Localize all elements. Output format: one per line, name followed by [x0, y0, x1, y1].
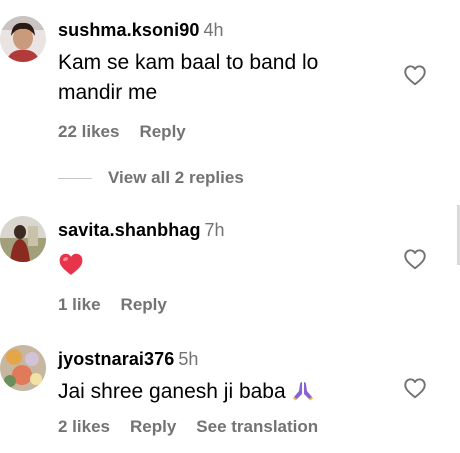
heart-outline-icon: [404, 65, 426, 86]
view-replies-label[interactable]: View all 2 replies: [108, 168, 244, 187]
likes-count[interactable]: 2 likes: [58, 417, 110, 436]
view-replies-button[interactable]: View all 2 replies: [58, 168, 244, 188]
likes-count[interactable]: 22 likes: [58, 122, 119, 141]
comment-actions: 22 likes Reply: [58, 122, 400, 142]
comment-header: sushma.ksoni90 4h: [58, 18, 400, 42]
comment-header: savita.shanbhag 7h: [58, 218, 400, 242]
avatar-jyostna[interactable]: [0, 345, 46, 391]
heart-outline-icon: [404, 378, 426, 399]
comment-text-line-2: mandir me: [58, 81, 158, 104]
timestamp[interactable]: 7h: [205, 220, 225, 240]
timestamp[interactable]: 4h: [203, 20, 223, 40]
replies-divider: [58, 178, 92, 180]
username[interactable]: savita.shanbhag: [58, 220, 201, 240]
like-button[interactable]: [402, 62, 428, 88]
reply-button[interactable]: Reply: [130, 417, 176, 436]
username[interactable]: sushma.ksoni90: [58, 20, 199, 40]
likes-count[interactable]: 1 like: [58, 295, 101, 314]
reply-button[interactable]: Reply: [121, 295, 167, 314]
comment-header: jyostnarai376 5h: [58, 347, 400, 371]
see-translation-button[interactable]: See translation: [196, 417, 318, 436]
avatar-savita[interactable]: [0, 216, 46, 262]
folded-hands-emoji: [292, 382, 313, 401]
comment-text: Kam se kam baal to band lo mandir me: [58, 48, 400, 108]
username[interactable]: jyostnarai376: [58, 349, 174, 369]
reply-button[interactable]: Reply: [139, 122, 185, 141]
like-button[interactable]: [402, 246, 428, 272]
comment-actions: 2 likes Reply See translation: [58, 417, 400, 437]
like-button[interactable]: [402, 375, 428, 401]
comment-text: Jai shree ganesh ji baba: [58, 377, 400, 407]
red-heart-emoji: [59, 253, 83, 275]
comment-text-content: Jai shree ganesh ji baba: [58, 380, 286, 403]
comment-actions: 1 like Reply: [58, 295, 400, 315]
heart-outline-icon: [404, 249, 426, 270]
comment-text: [58, 248, 400, 285]
avatar-sushma[interactable]: [0, 16, 46, 62]
comment-text-line-1: Kam se kam baal to band lo: [58, 51, 319, 74]
timestamp[interactable]: 5h: [178, 349, 198, 369]
